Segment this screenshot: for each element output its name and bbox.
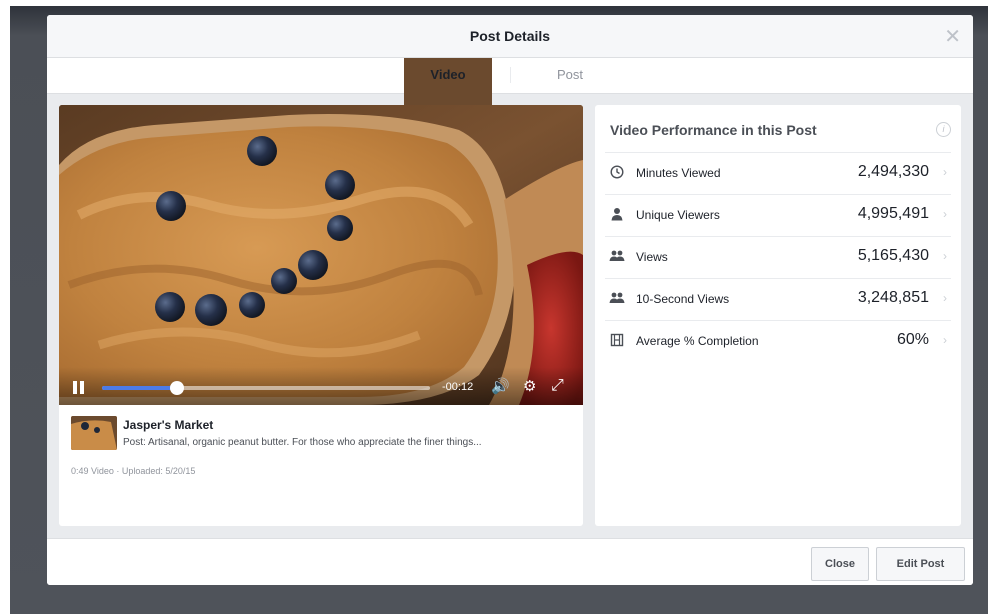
fullscreen-icon[interactable]: ⤢: [551, 377, 564, 395]
tab-bar: Video Post: [47, 58, 973, 361]
modal-footer: Close Edit Post: [47, 538, 973, 585]
performance-panel: Video Performance in this Post i Minutes…: [595, 105, 961, 526]
people-icon: [609, 291, 625, 307]
video-player[interactable]: -00:12 🔊 ⚙ ⤢: [59, 105, 583, 405]
video-info: 0:49 Video · Uploaded: 5/20/15: [71, 466, 196, 476]
post-details-modal: Post Details ✕ Video Post -00:12 🔊 ⚙ ⤢ J…: [47, 15, 973, 585]
seek-bar[interactable]: [102, 381, 430, 395]
metric-label: 10-Second Views: [636, 292, 730, 306]
person-icon: [609, 207, 625, 223]
gear-icon[interactable]: ⚙: [523, 377, 536, 395]
modal-header: Post Details ✕: [47, 15, 973, 58]
video-thumbnail[interactable]: [71, 416, 117, 450]
video-panel: -00:12 🔊 ⚙ ⤢ Jasper's Market Post: Artis…: [59, 105, 583, 526]
chevron-right-icon: ›: [943, 249, 947, 263]
volume-icon[interactable]: 🔊: [491, 377, 510, 395]
page-name-link[interactable]: Jasper's Market: [123, 418, 213, 432]
people-icon: [609, 249, 625, 265]
edit-post-button[interactable]: Edit Post: [876, 547, 965, 581]
film-icon: [609, 333, 625, 349]
chevron-right-icon: ›: [943, 207, 947, 221]
performance-title: Video Performance in this Post: [610, 122, 817, 138]
chevron-right-icon: ›: [943, 291, 947, 305]
modal-title: Post Details: [469, 28, 551, 44]
seek-bar-progress: [102, 386, 178, 390]
close-button[interactable]: Close: [811, 547, 869, 581]
metric-value: 2,494,330: [857, 163, 929, 180]
clock-icon: [609, 165, 625, 181]
video-controls: -00:12 🔊 ⚙ ⤢: [59, 367, 583, 405]
chevron-right-icon: ›: [943, 165, 947, 179]
metric-label: Average % Completion: [636, 334, 759, 348]
tab-divider: [510, 67, 511, 83]
metric-label: Minutes Viewed: [636, 166, 721, 180]
seek-handle[interactable]: [170, 381, 185, 395]
metric-row-10-second-views[interactable]: 10-Second Views 3,248,851 ›: [605, 278, 951, 320]
chevron-right-icon: ›: [943, 333, 947, 347]
metric-value: 3,248,851: [857, 289, 929, 306]
metric-row-minutes-viewed[interactable]: Minutes Viewed 2,494,330 ›: [605, 152, 951, 194]
metric-value: 60%: [896, 331, 929, 348]
post-text: Post: Artisanal, organic peanut butter. …: [123, 437, 482, 448]
thumbnail-image: [71, 416, 117, 450]
metric-row-average-completion[interactable]: Average % Completion 60% ›: [605, 320, 951, 362]
metric-label: Views: [636, 250, 668, 264]
info-icon[interactable]: i: [936, 122, 951, 137]
video-frame-image: [59, 105, 583, 405]
metric-value: 4,995,491: [857, 205, 929, 222]
time-remaining: -00:12: [442, 381, 474, 393]
metric-label: Unique Viewers: [636, 208, 720, 222]
close-icon[interactable]: ✕: [944, 24, 961, 49]
pause-icon[interactable]: [72, 381, 86, 395]
tab-post[interactable]: Post: [525, 58, 615, 91]
metric-row-views[interactable]: Views 5,165,430 ›: [605, 236, 951, 278]
metric-value: 5,165,430: [857, 247, 929, 264]
metric-row-unique-viewers[interactable]: Unique Viewers 4,995,491 ›: [605, 194, 951, 236]
